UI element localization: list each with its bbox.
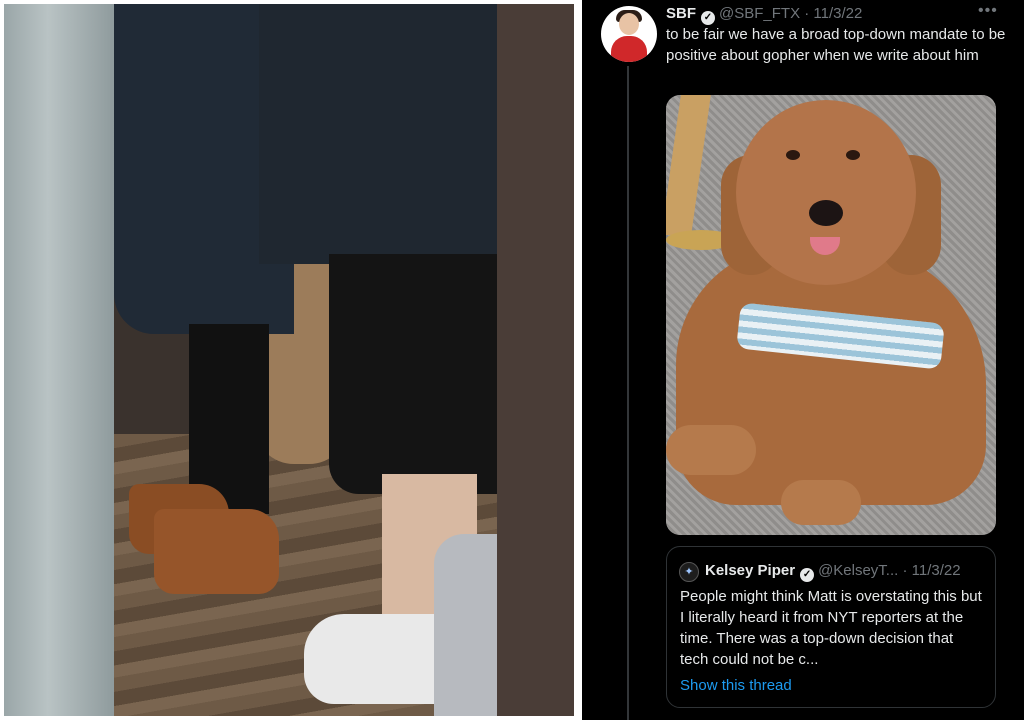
dog-nose xyxy=(809,200,843,226)
dog-head xyxy=(736,100,916,285)
tweet-date[interactable]: 11/3/22 xyxy=(813,5,862,22)
dog-paw-left xyxy=(666,425,756,475)
brown-boot-right xyxy=(154,509,279,594)
left-photo xyxy=(4,4,574,716)
quoted-handle: @KelseyT... xyxy=(818,562,899,579)
quoted-avatar: ✦ xyxy=(679,562,699,582)
quoted-display-name: Kelsey Piper xyxy=(705,562,796,579)
display-name[interactable]: SBF xyxy=(666,5,696,22)
handle[interactable]: @SBF_FTX xyxy=(719,5,800,22)
dark-wall xyxy=(497,4,574,716)
avatar-face xyxy=(619,13,639,35)
thread-line xyxy=(627,66,629,720)
grey-sleeve xyxy=(434,534,499,716)
more-horizontal-icon[interactable]: ••• xyxy=(978,2,998,20)
avatar[interactable] xyxy=(601,6,657,62)
dog-eye-left xyxy=(786,150,800,160)
tweet-photo[interactable] xyxy=(666,95,996,535)
dog-eye-right xyxy=(846,150,860,160)
show-thread-link[interactable]: Show this thread xyxy=(680,676,792,696)
quoted-tweet[interactable]: ✦ Kelsey Piper ✓ @KelseyT... · 11/3/22 Peo… xyxy=(666,546,996,708)
tweet-header: SBF ✓ @SBF_FTX · 11/3/22 xyxy=(666,4,1006,25)
tweet-text: to be fair we have a broad top-down mand… xyxy=(666,26,1006,64)
avatar-shirt xyxy=(611,36,647,62)
verified-badge-icon: ✓ xyxy=(800,568,815,582)
white-sneaker xyxy=(304,614,454,704)
black-shorts xyxy=(329,254,499,494)
separator: · xyxy=(804,5,810,22)
dog-paw-right xyxy=(781,480,861,525)
quoted-date: 11/3/22 xyxy=(911,562,961,579)
counter xyxy=(4,4,114,716)
quoted-tweet-text: People might think Matt is overstating t… xyxy=(680,588,982,668)
quoted-tweet-header: Kelsey Piper ✓ @KelseyT... · 11/3/22 xyxy=(705,561,995,582)
puffer-coat-right xyxy=(259,4,499,264)
tweet-panel: SBF ✓ @SBF_FTX · 11/3/22 ••• to be fair we… xyxy=(582,0,1024,720)
verified-badge-icon: ✓ xyxy=(701,11,715,25)
quoted-separator: · xyxy=(902,562,908,579)
